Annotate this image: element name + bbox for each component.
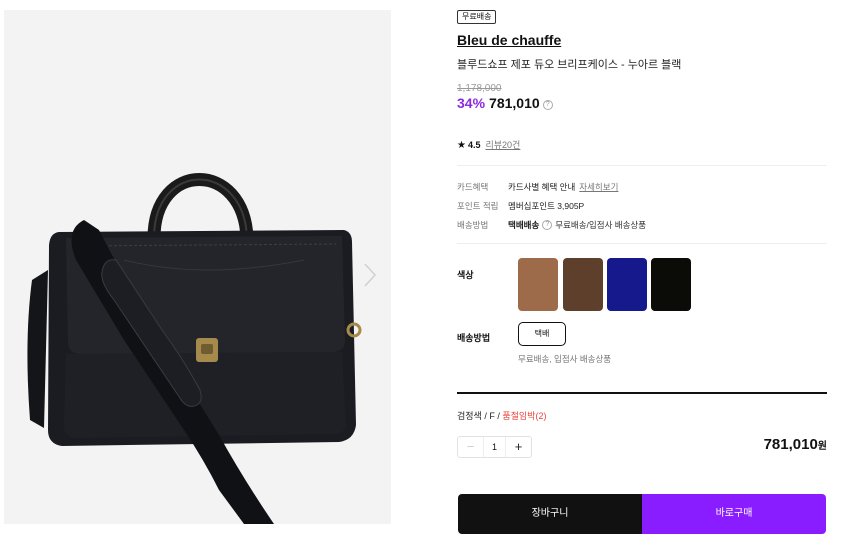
star-icon: ★ [457,140,466,151]
next-image-arrow-icon[interactable] [360,260,380,290]
quantity-decrease-button[interactable]: − [458,437,483,457]
selection-divider [457,392,827,394]
shipping-option-note: 무료배송, 입점사 배송상품 [518,354,612,364]
total-price: 781,010원 [727,436,827,453]
add-to-cart-button[interactable]: 장바구니 [458,494,642,534]
free-shipping-badge: 무료배송 [457,10,497,24]
point-value: 멤버십포인트 3,905P [508,201,585,211]
shipping-option-parcel-button[interactable]: 택배 [518,322,566,346]
stock-warning: 품절임박(2) [502,411,547,421]
shipping-option-label: 배송방법 [457,333,491,343]
delivery-note: 무료배송/입점사 배송상품 [555,220,647,230]
delivery-help-icon[interactable]: ? [542,220,553,230]
delivery-method: 택배배송 [508,220,540,230]
original-price: 1,178,000 [457,83,502,94]
quantity-increase-button[interactable]: + [506,437,531,457]
card-benefit-value: 카드사별 혜택 안내 [508,182,576,192]
discount-rate: 34% [457,95,486,111]
brand-name-link[interactable]: Bleu de chauffe [457,32,561,48]
delivery-row: 배송방법 택배배송? 무료배송/입점사 배송상품 [457,219,646,231]
rating-score: 4.5 [467,140,481,150]
total-price-value: 781,010 [763,436,818,453]
color-option-label: 색상 [457,270,474,280]
review-count-link[interactable]: 리뷰20건 [485,140,520,150]
card-benefit-label: 카드혜택 [457,182,489,192]
selected-option-text: 검정색 / F / [457,411,503,421]
point-row: 포인트 적립 멤버십포인트 3,905P [457,200,584,212]
color-swatch-black[interactable] [651,258,691,311]
divider [457,165,827,166]
currency-unit: 원 [817,441,827,452]
rating-row: ★ 4.5 리뷰20건 [457,138,520,151]
card-benefit-detail-link[interactable]: 자세히보기 [579,182,618,192]
price-row: 34% 781,010? [457,95,553,111]
color-swatch-brown[interactable] [563,258,603,311]
color-swatch-tan[interactable] [518,258,558,311]
selected-option-summary: 검정색 / F / 품절임박(2) [457,409,546,422]
divider [457,243,827,244]
price-help-icon[interactable]: ? [542,100,553,110]
color-swatch-navy[interactable] [607,258,647,311]
quantity-value[interactable]: 1 [483,437,506,457]
product-image-gallery [4,10,391,524]
point-label: 포인트 적립 [457,201,499,211]
buy-now-button[interactable]: 바로구매 [642,494,826,534]
product-title: 블루드쇼프 제포 듀오 브리프케이스 - 누아르 블랙 [457,59,682,71]
delivery-label: 배송방법 [457,220,489,230]
sale-price: 781,010 [489,95,540,111]
quantity-stepper: − 1 + [457,436,532,458]
product-image [27,173,362,524]
card-benefit-row: 카드혜택 카드사별 혜택 안내 자세히보기 [457,181,618,193]
